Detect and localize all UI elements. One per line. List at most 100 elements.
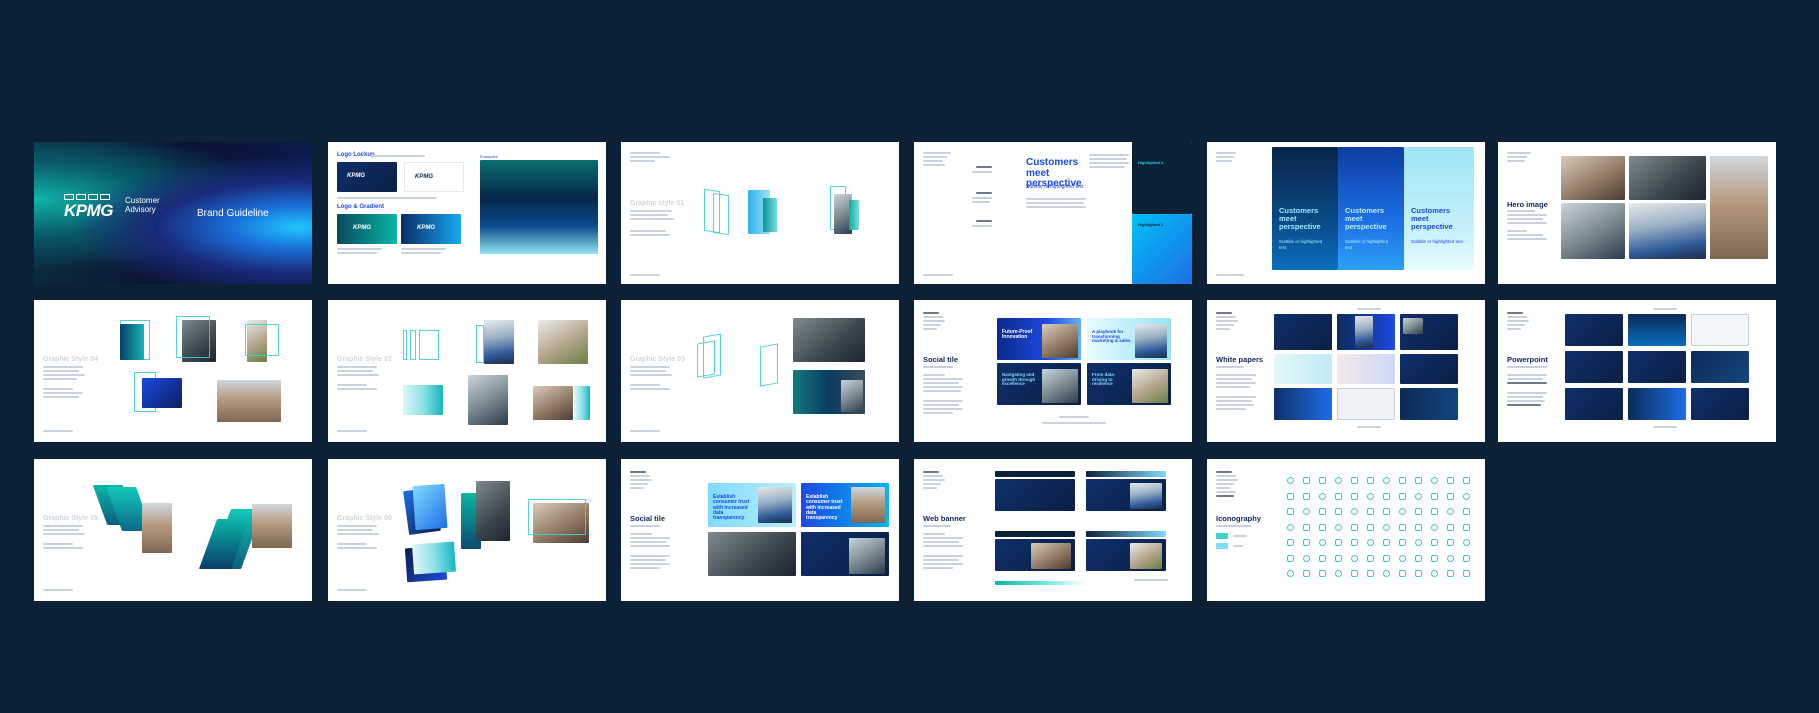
photo — [484, 320, 514, 364]
graphic-style-03-slide[interactable]: Graphic Style 03 — [621, 300, 899, 442]
line-icon — [1383, 492, 1390, 500]
line-icon — [1447, 554, 1454, 562]
line-icon — [1319, 539, 1326, 546]
line-icon — [1447, 492, 1454, 500]
side-panel-cyan: Highlighted 2 — [1132, 214, 1192, 284]
photo — [1629, 203, 1706, 259]
photo — [793, 318, 865, 362]
line-icon — [1383, 539, 1390, 546]
graphic-style-06-slide[interactable]: Graphic Style 06 — [328, 459, 606, 601]
three-panel-slide[interactable]: Customers meet perspective Subtitle or h… — [1207, 142, 1485, 284]
line-icon — [1319, 477, 1326, 484]
line-icon — [1463, 570, 1470, 577]
line-icon — [1447, 523, 1454, 531]
graphic-style-04-slide[interactable]: Graphic Style 04 — [34, 300, 312, 442]
web-banner-slide[interactable]: Web banner — [914, 459, 1192, 601]
social-tile-2-a: Establish consumer trust with increased … — [708, 483, 796, 527]
tile-text: From data-driving to resilience — [1092, 372, 1116, 387]
photo — [476, 481, 510, 541]
iconography-slide[interactable]: Iconography — [1207, 459, 1485, 601]
line-icon — [1447, 477, 1454, 484]
logo-gradient-teal: KPMG — [337, 214, 397, 244]
logo-gradient-heading: Logo & Gradient — [337, 204, 384, 210]
social-tile-2-slide[interactable]: Social tile Establish consumer trust wit… — [621, 459, 899, 601]
logo-sub: Customer Advisory — [125, 196, 160, 214]
line-icon — [1463, 554, 1470, 562]
color-swatch-2 — [1216, 543, 1228, 549]
line-icon — [1415, 570, 1422, 577]
line-icon — [1287, 523, 1294, 531]
photo — [1629, 156, 1706, 200]
photo — [468, 375, 508, 425]
line-icon — [1399, 508, 1406, 515]
line-icon — [1399, 539, 1406, 546]
line-icon — [1463, 523, 1470, 531]
panel-subtitle: Subtitle or highlighted text — [1345, 239, 1389, 250]
banner-3 — [995, 539, 1075, 571]
line-icon — [1303, 508, 1310, 515]
logo-lockup-slide[interactable]: Logo Lockup KPMG KPMG Logo & Gradient KP… — [328, 142, 606, 284]
line-icon — [1447, 539, 1454, 546]
line-icon — [1335, 477, 1342, 484]
hero-image-slide[interactable]: Hero image — [1498, 142, 1776, 284]
photo — [538, 320, 588, 364]
line-icon — [1303, 492, 1310, 500]
tile-text: A playbook for transforming marketing & … — [1092, 329, 1131, 344]
slide-title: Graphic Style 02 — [337, 356, 392, 363]
social-tile-2-b: Establish consumer trust with increased … — [801, 483, 889, 527]
social-tile-1: Future-Proof Innovation — [997, 318, 1081, 360]
line-icon — [1383, 554, 1390, 562]
line-icon — [1399, 554, 1406, 562]
slide-title: Iconography — [1216, 514, 1262, 523]
graphic-style-02-slide[interactable]: Graphic Style 02 — [328, 300, 606, 442]
slide-title: Graphic Style 06 — [337, 515, 392, 522]
slide-title: Powerpoint — [1507, 355, 1548, 364]
social-image-1 — [708, 532, 796, 576]
slide-title: Social tile — [630, 514, 666, 523]
color-swatch-1 — [1216, 533, 1228, 539]
line-icon — [1303, 477, 1310, 484]
tile-text: Navigating and growth through excellence — [1002, 372, 1036, 387]
tile-text: Establish consumer trust with increased … — [806, 494, 843, 521]
line-icon — [1383, 570, 1390, 577]
banner-4 — [1086, 539, 1166, 571]
logo-sub-line-2: Advisory — [125, 205, 156, 214]
headline-slide[interactable]: Customers meet perspective Subtitle or h… — [914, 142, 1192, 284]
slide-title: Web banner — [923, 514, 966, 523]
graphic-style-01-slide[interactable]: Graphic style 01 — [621, 142, 899, 284]
panel-title: Customers meet perspective — [1279, 206, 1321, 231]
logo-gradient-blue: KPMG — [401, 214, 461, 244]
line-icon — [1447, 508, 1454, 515]
banner-2 — [1086, 479, 1166, 511]
powerpoint-slide[interactable]: Powerpoint — [1498, 300, 1776, 442]
line-icon — [1335, 492, 1342, 500]
line-icon — [1351, 492, 1358, 500]
line-icon — [1287, 539, 1294, 546]
graphic-style-05-slide[interactable]: Graphic Style 05 — [34, 459, 312, 601]
social-tile-3: Navigating and growth through excellence — [997, 363, 1081, 405]
mini-logo: KPMG — [347, 173, 365, 179]
line-icon — [1431, 554, 1438, 562]
cover-slide[interactable]: KPMG Customer Advisory Brand Guideline — [34, 142, 312, 284]
line-icon — [1319, 570, 1326, 577]
line-icon — [1367, 570, 1374, 577]
slide-title: Graphic Style 04 — [43, 356, 98, 363]
panel-2: Customers meet perspective Subtitle or h… — [1338, 147, 1404, 270]
line-icon — [1319, 554, 1326, 562]
line-icon — [1287, 508, 1294, 515]
line-icon — [1431, 492, 1438, 500]
tile-text: Establish consumer trust with increased … — [713, 494, 750, 521]
line-icon — [1431, 477, 1438, 484]
panel-title: Customers meet perspective — [1345, 206, 1387, 231]
line-icon — [1335, 523, 1342, 531]
photo — [1710, 156, 1768, 259]
line-icon — [1367, 554, 1374, 562]
social-tile-slide[interactable]: Social tile Future-Proof Innovation A pl… — [914, 300, 1192, 442]
line-icon — [1367, 508, 1374, 515]
line-icon — [1415, 492, 1422, 500]
line-icon — [1287, 492, 1294, 500]
white-papers-slide[interactable]: White papers — [1207, 300, 1485, 442]
examples-label: Examples — [480, 154, 498, 159]
line-icon — [1367, 477, 1374, 484]
icon-grid — [1287, 477, 1477, 587]
